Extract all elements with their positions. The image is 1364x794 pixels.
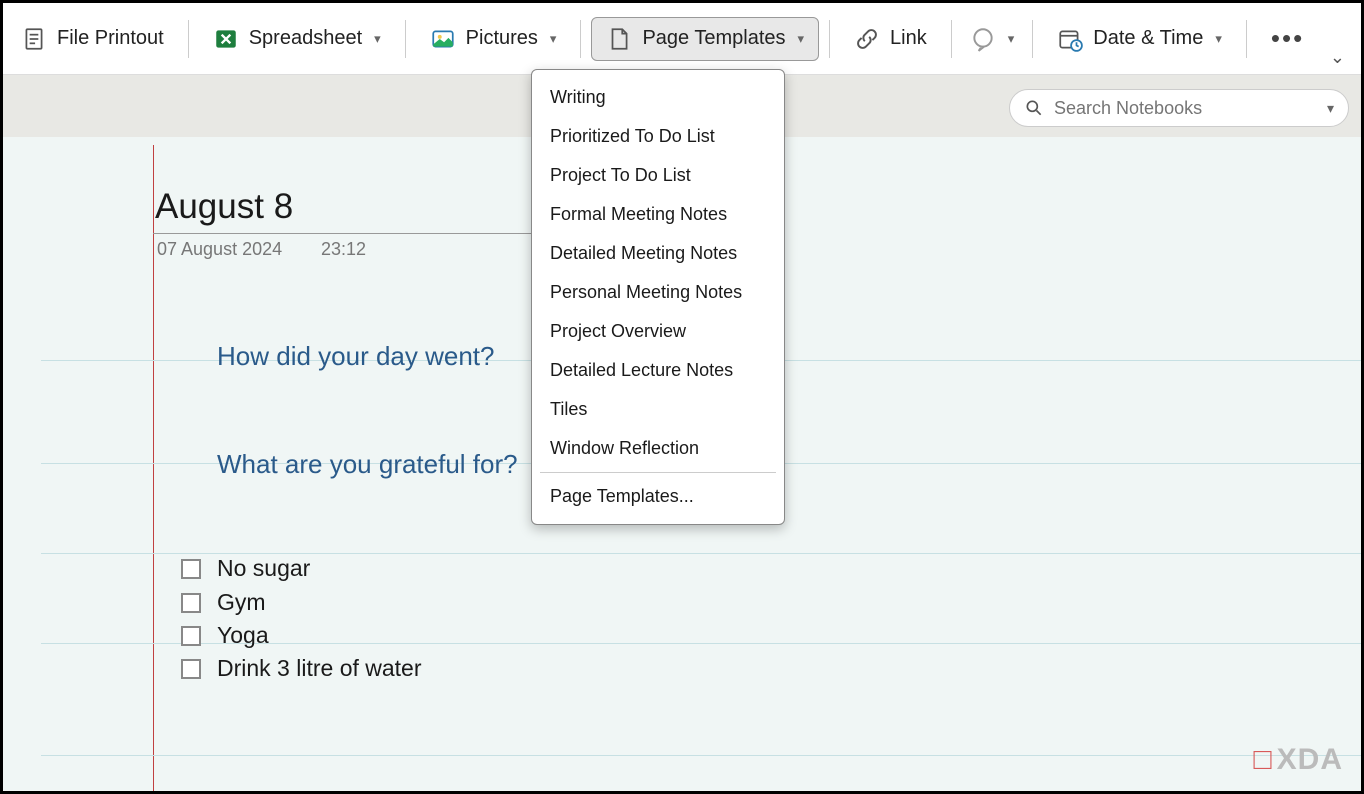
- chevron-down-icon: ▾: [1008, 31, 1015, 47]
- watermark-logo-icon: □: [1254, 743, 1273, 777]
- rule-line: [41, 755, 1361, 756]
- chevron-down-icon: ▾: [550, 31, 557, 47]
- page-templates-menu: Writing Prioritized To Do List Project T…: [531, 69, 785, 525]
- watermark: □ XDA: [1254, 743, 1343, 777]
- title-underline: [153, 233, 573, 234]
- search-notebooks[interactable]: ▾: [1009, 89, 1349, 127]
- divider: [829, 20, 830, 58]
- chevron-down-icon: ▾: [798, 31, 805, 47]
- margin-line: [153, 145, 154, 791]
- page-templates-button[interactable]: Page Templates ▾: [591, 17, 819, 61]
- todo-item[interactable]: No sugar: [181, 555, 310, 582]
- search-input[interactable]: [1054, 98, 1317, 119]
- rule-line: [41, 553, 1361, 554]
- link-label: Link: [890, 27, 927, 50]
- spreadsheet-button[interactable]: Spreadsheet ▾: [199, 18, 395, 60]
- search-icon: [1024, 98, 1044, 118]
- template-option[interactable]: Window Reflection: [532, 429, 784, 468]
- page-title[interactable]: August 8: [155, 187, 293, 227]
- spreadsheet-label: Spreadsheet: [249, 27, 362, 50]
- divider: [1032, 20, 1033, 58]
- pictures-label: Pictures: [466, 27, 538, 50]
- template-option[interactable]: Tiles: [532, 390, 784, 429]
- prompt-text[interactable]: What are you grateful for?: [217, 449, 518, 480]
- menu-separator: [540, 472, 776, 473]
- link-icon: [854, 26, 880, 52]
- comment-button[interactable]: ▾: [962, 18, 1023, 60]
- prompt-text[interactable]: How did your day went?: [217, 341, 494, 372]
- todo-item[interactable]: Drink 3 litre of water: [181, 655, 422, 682]
- template-option[interactable]: Project Overview: [532, 312, 784, 351]
- date-time-label: Date & Time: [1093, 27, 1203, 50]
- page-date[interactable]: 07 August 2024: [157, 239, 282, 260]
- template-option[interactable]: Writing: [532, 78, 784, 117]
- date-time-button[interactable]: Date & Time ▾: [1043, 18, 1236, 60]
- divider: [1246, 20, 1247, 58]
- checkbox[interactable]: [181, 626, 201, 646]
- chevron-down-icon: ▾: [1215, 31, 1222, 47]
- template-option[interactable]: Prioritized To Do List: [532, 117, 784, 156]
- template-option[interactable]: Formal Meeting Notes: [532, 195, 784, 234]
- file-printout-label: File Printout: [57, 27, 164, 50]
- divider: [188, 20, 189, 58]
- template-option[interactable]: Project To Do List: [532, 156, 784, 195]
- page-time[interactable]: 23:12: [321, 239, 366, 260]
- page-templates-more[interactable]: Page Templates...: [532, 477, 784, 516]
- ribbon-toolbar: File Printout Spreadsheet ▾ Pictures ▾ P…: [3, 3, 1361, 75]
- page-templates-label: Page Templates: [642, 27, 785, 50]
- file-printout-icon: [21, 26, 47, 52]
- todo-label: No sugar: [217, 555, 310, 582]
- divider: [405, 20, 406, 58]
- date-time-icon: [1057, 26, 1083, 52]
- todo-label: Drink 3 litre of water: [217, 655, 422, 682]
- chevron-down-icon: ▾: [374, 31, 381, 47]
- file-printout-button[interactable]: File Printout: [7, 18, 178, 60]
- expand-ribbon-icon[interactable]: ⌄: [1330, 47, 1345, 68]
- todo-label: Yoga: [217, 622, 269, 649]
- todo-label: Gym: [217, 589, 266, 616]
- checkbox[interactable]: [181, 593, 201, 613]
- page-templates-icon: [606, 26, 632, 52]
- pictures-icon: [430, 26, 456, 52]
- watermark-text: XDA: [1277, 743, 1343, 777]
- checkbox[interactable]: [181, 559, 201, 579]
- checkbox[interactable]: [181, 659, 201, 679]
- todo-item[interactable]: Gym: [181, 589, 266, 616]
- spreadsheet-icon: [213, 26, 239, 52]
- chevron-down-icon[interactable]: ▾: [1327, 100, 1334, 117]
- comment-icon: [970, 26, 996, 52]
- todo-item[interactable]: Yoga: [181, 622, 269, 649]
- template-option[interactable]: Detailed Meeting Notes: [532, 234, 784, 273]
- template-option[interactable]: Personal Meeting Notes: [532, 273, 784, 312]
- template-option[interactable]: Detailed Lecture Notes: [532, 351, 784, 390]
- divider: [951, 20, 952, 58]
- divider: [580, 20, 581, 58]
- link-button[interactable]: Link: [840, 18, 941, 60]
- more-button[interactable]: •••: [1257, 23, 1318, 54]
- pictures-button[interactable]: Pictures ▾: [416, 18, 571, 60]
